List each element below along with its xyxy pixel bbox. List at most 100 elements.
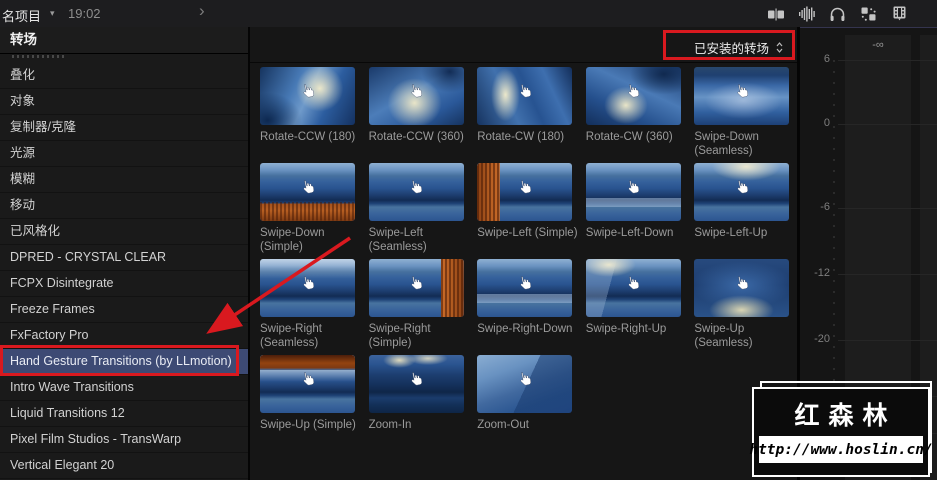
app-window: 名项目 ▾ 19:02 › 转场 叠化 对象 复制器/克隆 光源 模糊 移动 已… [0, 0, 937, 480]
hand-cursor-icon [303, 372, 314, 386]
transition-name: Rotate-CCW (360) [368, 131, 464, 143]
transition-name: Rotate-CW (360) [585, 131, 673, 143]
transition-thumbnail[interactable] [368, 355, 464, 413]
hand-cursor-icon [628, 180, 640, 194]
meter-scale-label: 6 [823, 53, 830, 65]
transition-name: Rotate-CCW (180) [260, 131, 356, 143]
toolbar: 名项目 ▾ 19:02 › [0, 0, 937, 28]
transition-name: Swipe-Up (Seamless) [694, 323, 753, 349]
transition-name: Swipe-Down (Simple) [260, 227, 325, 253]
hand-cursor-icon [520, 84, 531, 98]
browser-toggle-icons [766, 3, 909, 24]
transition-name: Swipe-Left-Down [585, 227, 674, 239]
transition-cell[interactable]: Swipe-Down (Simple) [260, 163, 369, 259]
transition-cell[interactable]: Rotate-CW (360) [585, 67, 695, 163]
transition-thumbnail[interactable] [368, 163, 464, 221]
headphones-icon[interactable] [828, 4, 847, 23]
transition-cell[interactable]: Swipe-Left-Up [694, 163, 797, 259]
audio-waveform-icon[interactable] [797, 4, 816, 23]
hand-cursor-icon [411, 276, 423, 290]
transition-cell[interactable]: Zoom-In [368, 355, 478, 451]
sidebar-item[interactable]: DPRED - CRYSTAL CLEAR [0, 245, 248, 271]
transition-cell[interactable]: Rotate-CCW (180) [260, 67, 369, 163]
transition-thumbnail[interactable] [694, 67, 790, 125]
transition-thumbnail[interactable] [477, 67, 573, 125]
transition-thumbnail[interactable] [368, 259, 464, 317]
transition-cell[interactable]: Swipe-Up (Simple) [260, 355, 369, 451]
transition-name: Swipe-Right-Down [477, 323, 573, 335]
sidebar-item[interactable]: FCPX Disintegrate [0, 271, 248, 297]
transition-thumbnail[interactable] [585, 67, 681, 125]
transition-cell[interactable]: Swipe-Left (Seamless) [368, 163, 478, 259]
sidebar-item[interactable]: 复制器/克隆 [0, 115, 248, 141]
minor-ticks [833, 60, 835, 434]
media-filmstrip-icon[interactable] [890, 4, 909, 23]
clipped-list-item [0, 54, 248, 63]
transition-cell[interactable]: Rotate-CW (180) [477, 67, 586, 163]
transition-name: Swipe-Right (Simple) [368, 323, 431, 349]
meter-gridline [838, 124, 937, 125]
sidebar-item[interactable]: Intro Wave Transitions [0, 375, 248, 401]
hand-cursor-icon [628, 84, 640, 98]
transition-thumbnail[interactable] [585, 259, 681, 317]
sidebar-item[interactable]: Freeze Frames [0, 297, 248, 323]
hand-cursor-icon [411, 180, 423, 194]
transition-cell[interactable]: Swipe-Right (Simple) [368, 259, 478, 355]
transition-cell[interactable]: Swipe-Down (Seamless) [694, 67, 797, 163]
transition-thumbnail[interactable] [694, 259, 790, 317]
sidebar-item[interactable]: 已风格化 [0, 219, 248, 245]
transition-name: Swipe-Left-Up [694, 227, 768, 239]
sidebar-item[interactable]: FxFactory Pro [0, 323, 248, 349]
hand-cursor-icon [520, 372, 531, 386]
watermark-title: 红森林 [794, 401, 897, 430]
hand-cursor-icon [737, 180, 748, 194]
transition-thumbnail[interactable] [260, 163, 355, 221]
transition-thumbnail[interactable] [585, 163, 681, 221]
transition-cell[interactable]: Swipe-Left (Simple) [477, 163, 586, 259]
sidebar-item[interactable]: 对象 [0, 89, 248, 115]
transition-cell[interactable]: Swipe-Right-Up [585, 259, 695, 355]
peak-readout: -∞ [872, 39, 884, 51]
sidebar-item[interactable]: 叠化 [0, 63, 248, 89]
hand-cursor-icon [411, 372, 423, 386]
transition-cell[interactable]: Zoom-Out [477, 355, 586, 451]
transition-cell[interactable]: Swipe-Left-Down [585, 163, 695, 259]
sidebar-item[interactable]: Vertical Elegant 20 [0, 453, 248, 479]
hand-cursor-icon [303, 180, 314, 194]
forward-chevron-icon[interactable]: › [199, 1, 205, 21]
transition-cell[interactable]: Swipe-Right-Down [477, 259, 586, 355]
transition-thumbnail[interactable] [694, 163, 790, 221]
transition-thumbnail[interactable] [260, 67, 355, 125]
installed-transitions-dropdown[interactable]: 已安装的转场 [694, 38, 783, 57]
project-title[interactable]: 名项目 [2, 6, 41, 25]
sidebar-item[interactable]: 移动 [0, 193, 248, 219]
sidebar-item[interactable]: 光源 [0, 141, 248, 167]
watermark-url: http://www.hoslin.cn/ [749, 436, 933, 463]
hand-cursor-icon [737, 84, 748, 98]
sidebar-item[interactable]: Liquid Transitions 12 [0, 401, 248, 427]
clip-handles-icon[interactable] [766, 4, 785, 23]
updown-chevron-icon [776, 42, 783, 53]
transition-name: Swipe-Down (Seamless) [694, 131, 759, 157]
transition-thumbnail[interactable] [368, 67, 464, 125]
meter-scale-label: 0 [823, 117, 830, 129]
transition-cell[interactable]: Swipe-Right (Seamless) [260, 259, 369, 355]
sidebar-item[interactable]: 模糊 [0, 167, 248, 193]
hand-cursor-icon [628, 276, 640, 290]
transition-cell[interactable]: Swipe-Up (Seamless) [694, 259, 797, 355]
transition-name: Swipe-Left (Simple) [477, 227, 578, 239]
transition-thumbnail[interactable] [477, 355, 573, 413]
transition-thumbnail[interactable] [260, 355, 355, 413]
effects-icon[interactable] [859, 4, 878, 23]
transition-name: Swipe-Up (Simple) [260, 419, 356, 431]
transition-name: Swipe-Right-Up [585, 323, 667, 335]
transition-thumbnail[interactable] [260, 259, 355, 317]
sidebar-item[interactable]: Hand Gesture Transitions (by LLmotion) [0, 349, 248, 375]
transition-cell[interactable]: Rotate-CCW (360) [368, 67, 478, 163]
transition-thumbnail[interactable] [477, 259, 573, 317]
sidebar-item[interactable]: Pixel Film Studios - TransWarp [0, 427, 248, 453]
transition-thumbnail[interactable] [477, 163, 573, 221]
chevron-down-icon[interactable]: ▾ [50, 8, 55, 19]
meter-gridline [838, 274, 937, 275]
transition-name: Rotate-CW (180) [477, 131, 565, 143]
